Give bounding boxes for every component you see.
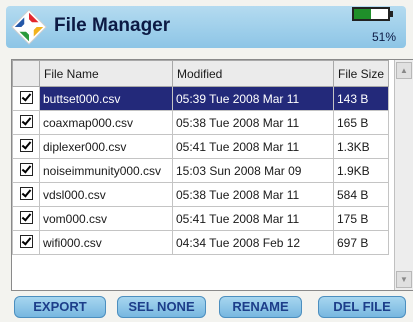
table-row[interactable]: coaxmap000.csv 05:38 Tue 2008 Mar 11 165 B <box>12 110 390 135</box>
rename-button[interactable]: RENAME <box>219 296 302 318</box>
file-size-cell: 1.3KB <box>332 134 390 159</box>
table-row[interactable]: vom000.csv 05:41 Tue 2008 Mar 11 175 B <box>12 206 390 231</box>
file-name-cell: diplexer000.csv <box>39 134 173 159</box>
modified-cell: 05:41 Tue 2008 Mar 11 <box>172 134 334 159</box>
file-size-cell: 697 B <box>332 230 390 255</box>
file-size-cell: 584 B <box>332 182 390 207</box>
table-header-row: File Name Modified File Size <box>12 60 390 87</box>
file-size-cell: 165 B <box>332 110 390 135</box>
modified-cell: 15:03 Sun 2008 Mar 09 <box>172 158 334 183</box>
select-none-button[interactable]: SEL NONE <box>117 296 206 318</box>
table-row[interactable]: noiseimmunity000.csv 15:03 Sun 2008 Mar 0… <box>12 158 390 183</box>
battery-tip <box>390 11 393 17</box>
scroll-up-arrow-icon[interactable]: ▲ <box>396 62 412 79</box>
column-header-modified[interactable]: Modified <box>172 60 334 87</box>
file-name-cell: coaxmap000.csv <box>39 110 173 135</box>
modified-cell: 05:38 Tue 2008 Mar 11 <box>172 182 334 207</box>
delete-file-button[interactable]: DEL FILE <box>318 296 406 318</box>
battery-percent: 51% <box>371 30 396 44</box>
checkbox-checked-icon[interactable] <box>19 90 33 104</box>
column-header-file-size[interactable]: File Size <box>332 60 390 87</box>
modified-cell: 05:41 Tue 2008 Mar 11 <box>172 206 334 231</box>
row-checkbox-cell <box>12 182 40 207</box>
row-checkbox-cell <box>12 230 40 255</box>
battery-icon <box>352 7 390 21</box>
file-name-cell: buttset000.csv <box>39 86 173 111</box>
checkbox-checked-icon[interactable] <box>19 162 33 176</box>
table-row[interactable]: diplexer000.csv 05:41 Tue 2008 Mar 11 1.3K… <box>12 134 390 159</box>
battery-fill <box>354 9 372 19</box>
checkbox-checked-icon[interactable] <box>19 234 33 248</box>
checkbox-checked-icon[interactable] <box>19 114 33 128</box>
file-table[interactable]: File Name Modified File Size buttset000.… <box>11 59 413 291</box>
app-title: File Manager <box>54 15 171 36</box>
file-name-cell: vdsl000.csv <box>39 182 173 207</box>
row-checkbox-cell <box>12 206 40 231</box>
modified-cell: 05:39 Tue 2008 Mar 11 <box>172 86 334 111</box>
file-size-cell: 175 B <box>332 206 390 231</box>
action-bar: EXPORT SEL NONE RENAME DEL FILE <box>0 296 413 320</box>
file-name-cell: vom000.csv <box>39 206 173 231</box>
title-bar: File Manager <box>6 6 406 48</box>
scroll-down-arrow-icon[interactable]: ▼ <box>396 271 412 288</box>
checkbox-checked-icon[interactable] <box>19 186 33 200</box>
table-row[interactable]: buttset000.csv 05:39 Tue 2008 Mar 11 143 B <box>12 86 390 111</box>
app-logo-icon <box>11 9 47 45</box>
file-size-cell: 1.9KB <box>332 158 390 183</box>
row-checkbox-cell <box>12 134 40 159</box>
checkbox-checked-icon[interactable] <box>19 138 33 152</box>
vertical-scrollbar[interactable]: ▲ ▼ <box>394 60 413 290</box>
file-name-cell: noiseimmunity000.csv <box>39 158 173 183</box>
row-checkbox-cell <box>12 110 40 135</box>
export-button[interactable]: EXPORT <box>14 296 106 318</box>
modified-cell: 04:34 Tue 2008 Feb 12 <box>172 230 334 255</box>
column-header-file-name[interactable]: File Name <box>39 60 173 87</box>
checkbox-checked-icon[interactable] <box>19 210 33 224</box>
file-size-cell: 143 B <box>332 86 390 111</box>
table-row[interactable]: vdsl000.csv 05:38 Tue 2008 Mar 11 584 B <box>12 182 390 207</box>
table-row[interactable]: wifi000.csv 04:34 Tue 2008 Feb 12 697 B <box>12 230 390 255</box>
row-checkbox-cell <box>12 86 40 111</box>
modified-cell: 05:38 Tue 2008 Mar 11 <box>172 110 334 135</box>
file-name-cell: wifi000.csv <box>39 230 173 255</box>
row-checkbox-cell <box>12 158 40 183</box>
checkbox-column-header <box>12 60 40 87</box>
